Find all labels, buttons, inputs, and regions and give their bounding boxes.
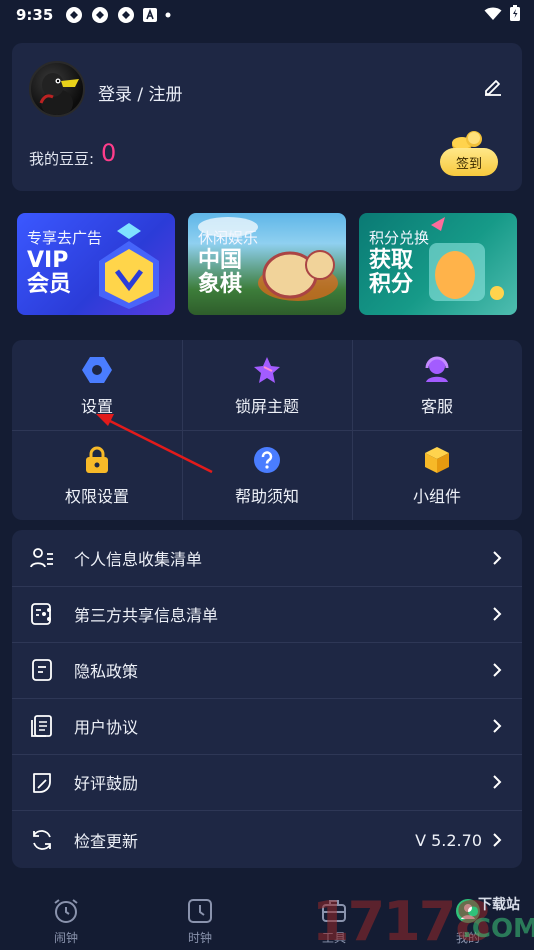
tab-alarm[interactable]: 闹钟 — [26, 896, 106, 946]
lock-icon — [80, 443, 114, 477]
grid-item-settings[interactable]: 设置 — [12, 340, 182, 430]
chevron-right-icon — [490, 607, 504, 621]
tab-label: 工具 — [321, 931, 346, 945]
chevron-right-icon — [490, 833, 504, 847]
banner-points[interactable]: 积分兑换 获取 积分 — [359, 213, 517, 315]
grid-item-label: 设置 — [80, 397, 113, 416]
app-notification-icon — [65, 6, 83, 24]
banner-vip[interactable]: 专享去广告 VIP 会员 — [17, 213, 175, 315]
tab-label: 时钟 — [187, 931, 212, 945]
grid-item-label: 权限设置 — [64, 487, 129, 506]
toolbox-icon — [319, 896, 349, 926]
chevron-right-icon — [490, 663, 504, 677]
status-time: 9:35 — [16, 6, 54, 24]
bottom-nav: 闹钟 时钟 工具 我的 — [0, 884, 534, 950]
app-notification-icon — [117, 6, 135, 24]
user-list-icon — [28, 544, 56, 572]
gear-icon — [80, 353, 114, 387]
refresh-icon — [28, 826, 56, 854]
tab-tools[interactable]: 工具 — [294, 896, 374, 946]
battery-icon — [510, 5, 520, 25]
banner-title: 中国 象棋 — [198, 248, 243, 297]
tab-label: 我的 — [455, 931, 480, 945]
agreement-icon — [28, 712, 56, 740]
share-doc-icon — [28, 600, 56, 628]
star-icon — [250, 353, 284, 387]
list-item-label: 第三方共享信息清单 — [74, 606, 219, 625]
status-bar: 9:35 — [0, 0, 534, 30]
tab-mine[interactable]: 我的 — [428, 896, 508, 946]
banner-subtitle: 积分兑换 — [369, 229, 430, 247]
grid-item-label: 锁屏主题 — [234, 397, 299, 416]
chevron-right-icon — [490, 551, 504, 565]
list-item-label: 个人信息收集清单 — [74, 550, 203, 569]
wifi-icon — [484, 6, 502, 25]
grid-item-permissions[interactable]: 权限设置 — [12, 430, 182, 520]
app-notification-icon — [91, 6, 109, 24]
settings-list: 个人信息收集清单 第三方共享信息清单 隐私政策 用户协议 好评鼓励 检查更新 V… — [12, 530, 522, 868]
banner-chess[interactable]: 休闲娱乐 中国 象棋 — [188, 213, 346, 315]
banner-title: 获取 积分 — [369, 248, 414, 297]
banner-subtitle: 休闲娱乐 — [198, 229, 259, 247]
list-item-personal-info[interactable]: 个人信息收集清单 — [12, 530, 522, 586]
cube-icon — [420, 443, 454, 477]
beans-label: 我的豆豆: — [29, 150, 95, 168]
list-item-rate-us[interactable]: 好评鼓励 — [12, 754, 522, 810]
grid-item-label: 客服 — [420, 397, 453, 416]
grid-item-customer-service[interactable]: 客服 — [352, 340, 522, 430]
grid-item-label: 小组件 — [412, 487, 461, 506]
sign-in-button[interactable]: 签到 — [440, 148, 498, 176]
list-item-user-agreement[interactable]: 用户协议 — [12, 698, 522, 754]
grid-item-widgets[interactable]: 小组件 — [352, 430, 522, 520]
tab-clock[interactable]: 时钟 — [160, 896, 240, 946]
list-item-label: 好评鼓励 — [74, 774, 139, 793]
list-item-label: 隐私政策 — [74, 662, 139, 681]
beans-value: 0 — [101, 139, 117, 167]
help-icon — [250, 443, 284, 477]
grid-item-lockscreen-theme[interactable]: 锁屏主题 — [182, 340, 352, 430]
banner-title: VIP 会员 — [27, 248, 72, 297]
document-icon — [28, 656, 56, 684]
feature-grid: 设置 锁屏主题 客服 权限设置 帮助须知 小组件 — [12, 340, 522, 520]
leaf-icon — [28, 768, 56, 796]
list-item-privacy-policy[interactable]: 隐私政策 — [12, 642, 522, 698]
grid-item-help[interactable]: 帮助须知 — [182, 430, 352, 520]
list-item-third-party[interactable]: 第三方共享信息清单 — [12, 586, 522, 642]
user-icon — [453, 896, 483, 926]
profile-card: 登录 / 注册 我的豆豆: 0 签到 — [12, 43, 522, 191]
list-item-label: 用户协议 — [74, 718, 139, 737]
version-value: V 5.2.70 — [415, 830, 482, 850]
login-register-link[interactable]: 登录 / 注册 — [98, 80, 183, 105]
clock-icon — [185, 896, 215, 926]
dot-icon — [165, 12, 171, 18]
tab-label: 闹钟 — [53, 931, 78, 945]
list-item-label: 检查更新 — [74, 832, 139, 851]
chevron-right-icon — [490, 775, 504, 789]
edit-icon[interactable] — [480, 73, 506, 99]
alarm-clock-icon — [51, 896, 81, 926]
headset-icon — [420, 353, 454, 387]
banner-subtitle: 专享去广告 — [27, 229, 103, 247]
divider — [12, 810, 522, 811]
chevron-right-icon — [490, 719, 504, 733]
grid-item-label: 帮助须知 — [234, 487, 299, 506]
list-item-check-update[interactable]: 检查更新 V 5.2.70 — [12, 812, 522, 868]
font-notification-icon — [143, 8, 158, 22]
avatar[interactable] — [29, 61, 85, 117]
